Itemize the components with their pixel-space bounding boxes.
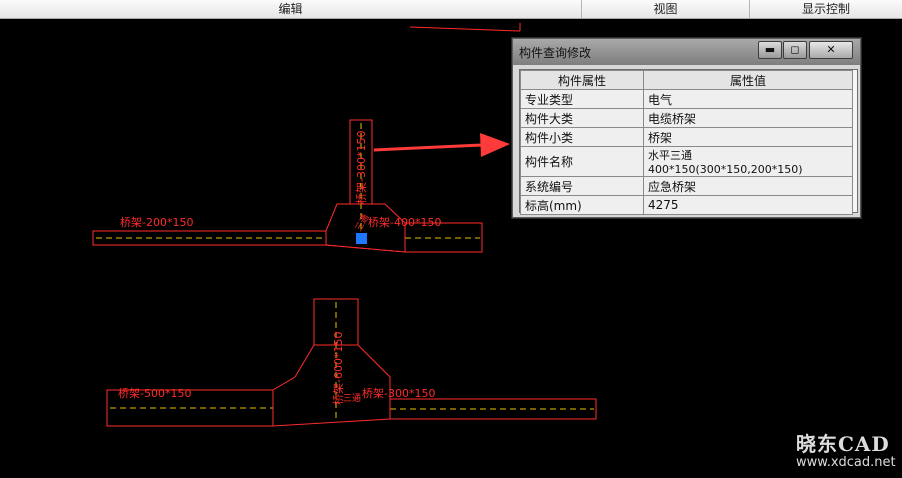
table-row[interactable]: 专业类型 电气 [520,89,853,109]
tee-upper[interactable]: 桥架-200*150 桥架-400*150 桥架-300*150 三通 [92,119,483,253]
property-key: 标高(mm) [520,195,644,215]
component-query-dialog: 构件查询修改 ▬ ◻ ✕ 构件属性 属性值 专业类型 电气 构件大类 电缆桥架 … [512,38,861,218]
arrow-shaft [373,143,483,152]
label-left: 桥架-200*150 [120,216,193,229]
menu-edit[interactable]: 编辑 [0,0,582,18]
table-row[interactable]: 构件小类 桥架 [520,127,853,147]
close-button[interactable]: ✕ [809,41,853,59]
cad-edge-line [409,26,521,32]
property-key: 系统编号 [520,176,644,196]
minimize-icon: ▬ [764,43,776,56]
tee-lower[interactable]: 桥架-500*150 桥架-300*150 桥架-600*150 三通 [106,298,597,427]
grip-handle[interactable] [356,233,367,244]
table-header-row: 构件属性 属性值 [520,70,853,90]
label-tee: 三通 [343,393,361,404]
watermark-url: www.xdcad.net [796,455,896,470]
column-header-value: 属性值 [643,70,853,90]
menu-display-control[interactable]: 显示控制 [750,0,902,18]
property-value[interactable]: 桥架 [643,127,853,147]
close-icon: ✕ [826,43,836,56]
label-left: 桥架-500*150 [118,387,191,400]
property-value[interactable]: 电气 [643,89,853,109]
maximize-icon: ◻ [790,43,800,56]
table-row[interactable]: 构件大类 电缆桥架 [520,108,853,128]
menu-view[interactable]: 视图 [582,0,750,18]
table-row[interactable]: 系统编号 应急桥架 [520,176,853,196]
property-value[interactable]: 水平三通 400*150(300*150,200*150) [643,146,853,177]
maximize-button[interactable]: ◻ [783,41,807,59]
property-value[interactable]: 电缆桥架 [643,108,853,128]
dialog-titlebar[interactable]: 构件查询修改 ▬ ◻ ✕ [513,39,860,65]
menu-bar: 编辑 视图 显示控制 [0,0,902,19]
property-key: 构件大类 [520,108,644,128]
label-vertical: 桥架-300*150 [355,131,368,204]
label-right: 桥架-300*150 [362,387,435,400]
property-grid: 构件属性 属性值 专业类型 电气 构件大类 电缆桥架 构件小类 桥架 构件名称 … [519,69,858,215]
watermark-logo: 晓东CAD [796,432,890,456]
arrow-head [480,133,510,157]
property-key: 构件小类 [520,127,644,147]
pointer-arrow [373,133,510,157]
property-value[interactable]: 应急桥架 [643,176,853,196]
table-row[interactable]: 构件名称 水平三通 400*150(300*150,200*150) [520,146,853,177]
column-header-property: 构件属性 [520,70,644,90]
property-key: 专业类型 [520,89,644,109]
watermark: 晓东CAD www.xdcad.net [796,428,896,470]
table-row[interactable]: 标高(mm) 4275 [520,195,853,215]
property-table: 构件属性 属性值 专业类型 电气 构件大类 电缆桥架 构件小类 桥架 构件名称 … [520,70,853,215]
dialog-title: 构件查询修改 [519,46,592,60]
minimize-button[interactable]: ▬ [758,41,782,59]
label-right: 桥架-400*150 [368,216,441,229]
property-key: 构件名称 [520,146,644,177]
property-value[interactable]: 4275 [643,195,853,215]
